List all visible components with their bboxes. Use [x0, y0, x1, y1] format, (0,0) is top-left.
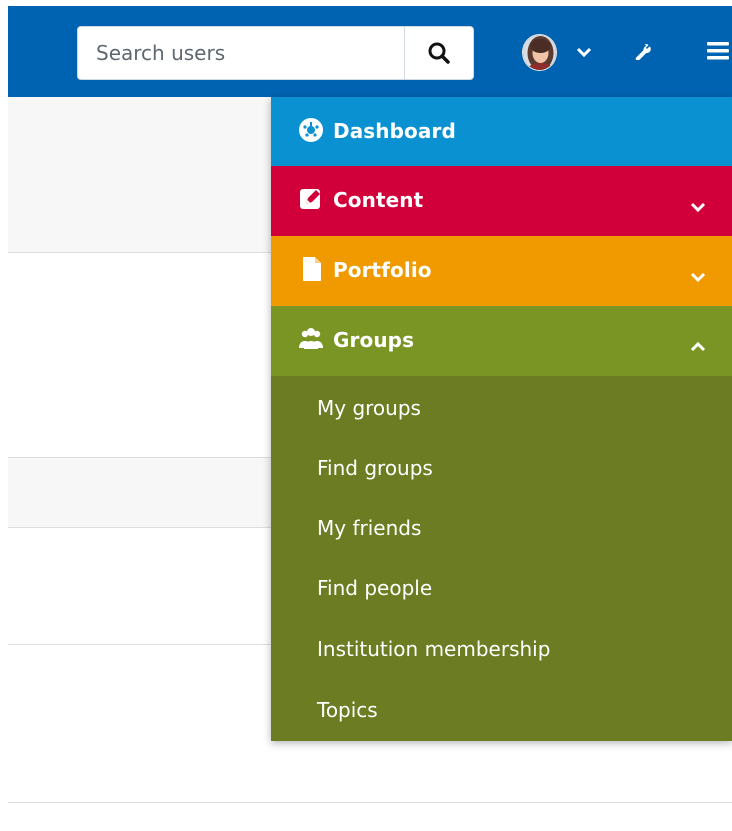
menu-item-label: Dashboard	[333, 119, 456, 143]
submenu-item-topics[interactable]: Topics	[317, 692, 378, 728]
menu-item-label: Portfolio	[333, 258, 432, 282]
chevron-down-icon[interactable]	[689, 200, 707, 214]
menu-item-groups[interactable]: Groups	[271, 306, 732, 376]
hamburger-icon[interactable]	[706, 40, 730, 62]
menu-item-dashboard[interactable]: Dashboard	[271, 97, 732, 166]
wrench-icon[interactable]	[633, 42, 651, 60]
search-icon	[428, 42, 450, 64]
submenu-item-my-friends[interactable]: My friends	[317, 510, 421, 546]
page-left-margin	[0, 0, 8, 831]
divider	[8, 252, 271, 253]
menu-item-content[interactable]: Content	[271, 166, 732, 236]
page-background-panel	[8, 458, 273, 527]
search-button[interactable]	[404, 26, 474, 80]
divider	[8, 802, 732, 803]
file-icon	[303, 257, 321, 281]
dashboard-icon	[299, 118, 323, 142]
groups-submenu: My groups Find groups My friends Find pe…	[271, 376, 732, 741]
submenu-item-my-groups[interactable]: My groups	[317, 390, 421, 426]
top-header	[8, 6, 732, 97]
chevron-up-icon[interactable]	[689, 340, 707, 354]
submenu-item-find-people[interactable]: Find people	[317, 570, 432, 606]
menu-item-label: Groups	[333, 328, 415, 352]
chevron-down-icon[interactable]	[575, 45, 593, 59]
user-avatar[interactable]	[522, 34, 557, 71]
divider	[8, 457, 271, 458]
users-icon	[299, 328, 323, 349]
chevron-down-icon[interactable]	[689, 270, 707, 284]
page-background-panel	[8, 97, 273, 252]
search-users-input[interactable]	[77, 26, 404, 80]
menu-item-portfolio[interactable]: Portfolio	[271, 236, 732, 306]
divider	[8, 527, 271, 528]
main-navigation-menu: Dashboard Content Portfolio Groups My gr…	[271, 97, 732, 741]
divider	[8, 644, 271, 645]
submenu-item-find-groups[interactable]: Find groups	[317, 450, 433, 486]
avatar-image	[523, 35, 556, 70]
menu-item-label: Content	[333, 188, 424, 212]
submenu-item-institution-membership[interactable]: Institution membership	[317, 631, 550, 667]
pencil-icon	[300, 189, 320, 209]
